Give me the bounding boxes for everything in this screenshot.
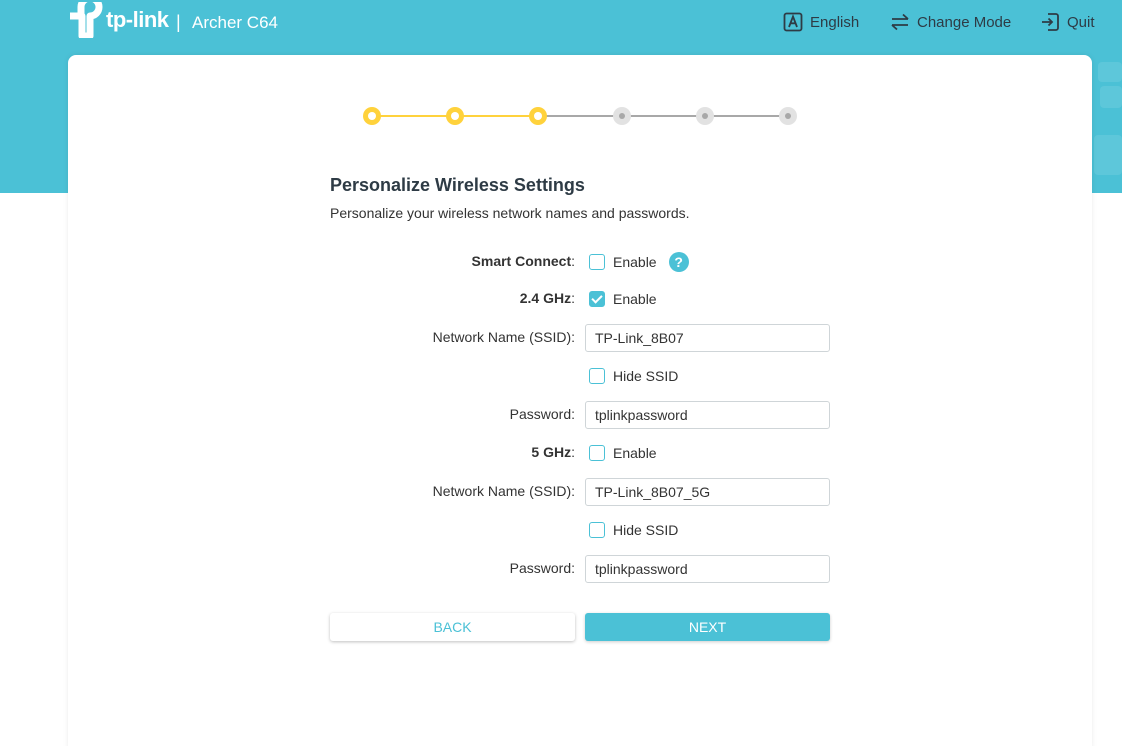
change-mode-label: Change Mode (917, 13, 1012, 31)
language-label: English (810, 13, 860, 31)
band-24-password-row: Password: (330, 401, 830, 429)
help-question-icon[interactable]: ? (668, 252, 689, 272)
wizard-progress (363, 106, 797, 126)
progress-step-4 (613, 107, 631, 125)
smart-connect-row: Smart Connect: Enable ? (330, 248, 830, 276)
banner-decoration (1098, 62, 1122, 82)
back-button[interactable]: BACK (330, 613, 575, 641)
progress-step-2 (446, 107, 464, 125)
brand-name: tp-link (106, 7, 169, 32)
swap-arrows-icon (891, 13, 909, 31)
next-button[interactable]: NEXT (585, 613, 830, 641)
band-5-password-label: Password: (509, 560, 575, 576)
smart-connect-enable-label[interactable]: Enable (613, 254, 657, 270)
progress-step-5 (696, 107, 714, 125)
banner-decoration (1094, 135, 1122, 175)
model-name: Archer C64 (192, 13, 278, 32)
header-bar: tp-link | Archer C64 English Change Mode… (0, 0, 1122, 48)
smart-connect-label: Smart Connect: (471, 253, 575, 269)
band-24-enable-checkbox[interactable] (589, 291, 605, 307)
band-5-enable-checkbox[interactable] (589, 445, 605, 461)
change-mode-button[interactable]: Change Mode (890, 10, 1011, 34)
band-24-row: 2.4 GHz: Enable (330, 285, 830, 313)
language-button[interactable]: English (783, 10, 859, 34)
band-5-password-input[interactable] (585, 555, 830, 583)
band-24-hide-ssid-row: Hide SSID (330, 362, 830, 390)
quit-button[interactable]: Quit (1040, 10, 1095, 34)
band-5-ssid-row: Network Name (SSID): (330, 478, 830, 506)
band-24-ssid-input[interactable] (585, 324, 830, 352)
page-title: Personalize Wireless Settings (330, 175, 585, 195)
band-5-ssid-label: Network Name (SSID): (432, 483, 575, 499)
quit-label: Quit (1067, 13, 1095, 31)
band-5-row: 5 GHz: Enable (330, 439, 830, 467)
progress-line-todo (538, 115, 788, 117)
band-24-hide-ssid-label[interactable]: Hide SSID (613, 368, 678, 384)
band-24-enable-label[interactable]: Enable (613, 291, 657, 307)
band-5-label: 5 GHz: (531, 444, 575, 460)
band-5-ssid-input[interactable] (585, 478, 830, 506)
brand-logo: tp-link (66, 2, 169, 38)
band-24-password-label: Password: (509, 406, 575, 422)
band-24-label: 2.4 GHz: (519, 290, 575, 306)
progress-step-6 (779, 107, 797, 125)
band-24-password-input[interactable] (585, 401, 830, 429)
band-24-hide-ssid-checkbox[interactable] (589, 368, 605, 384)
banner-decoration (1100, 86, 1122, 108)
band-5-enable-label[interactable]: Enable (613, 445, 657, 461)
band-5-hide-ssid-row: Hide SSID (330, 516, 830, 544)
band-5-hide-ssid-checkbox[interactable] (589, 522, 605, 538)
band-24-ssid-label: Network Name (SSID): (432, 329, 575, 345)
exit-icon (1042, 13, 1059, 31)
band-5-password-row: Password: (330, 555, 830, 583)
progress-step-3 (529, 107, 547, 125)
band-24-ssid-row: Network Name (SSID): (330, 324, 830, 352)
progress-step-1 (363, 107, 381, 125)
language-a-icon (783, 12, 803, 32)
page-subtitle: Personalize your wireless network names … (330, 205, 690, 221)
band-5-hide-ssid-label[interactable]: Hide SSID (613, 522, 678, 538)
header-separator: | (176, 12, 181, 32)
smart-connect-checkbox[interactable] (589, 254, 605, 270)
tp-link-logo-icon (70, 2, 103, 38)
